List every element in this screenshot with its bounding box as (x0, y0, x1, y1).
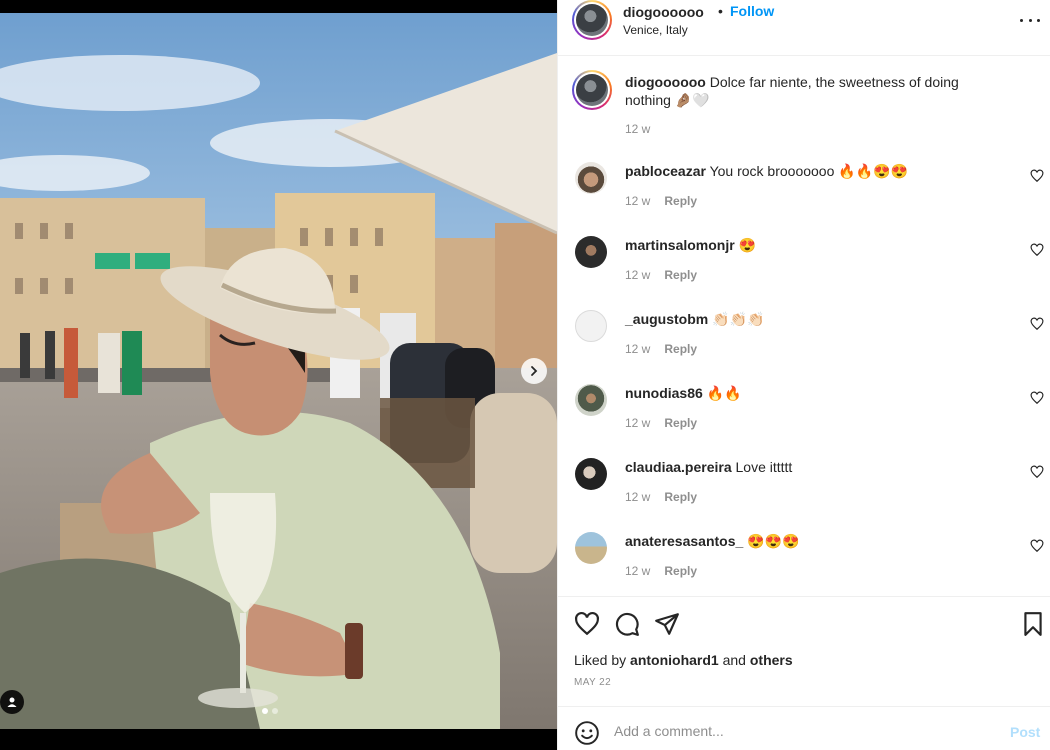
comment-item: _augustobm 👏🏻👏🏻👏🏻 12 w Reply (574, 310, 1044, 384)
heart-icon[interactable] (574, 611, 600, 637)
likes-summary: Liked by antoniohard1 and others (574, 652, 793, 668)
comment-item: nunodias86 🔥🔥 12 w Reply (574, 384, 1044, 458)
commenter-avatar[interactable] (575, 310, 607, 342)
commenter-username[interactable]: _augustobm (625, 311, 708, 327)
comment-item: anateresasantos_ 😍😍😍 12 w Reply (574, 532, 1044, 596)
comment-text: Love ittttt (735, 459, 793, 475)
comment-icon[interactable] (614, 611, 640, 637)
user-tags-button[interactable] (0, 690, 24, 714)
commenter-avatar[interactable] (575, 532, 607, 564)
commenter-avatar[interactable] (575, 162, 607, 194)
follow-button[interactable]: Follow (730, 3, 774, 19)
comment-time[interactable]: 12 w (625, 416, 650, 430)
comment-time[interactable]: 12 w (625, 564, 650, 578)
reply-button[interactable]: Reply (664, 564, 697, 578)
commenter-avatar[interactable] (575, 458, 607, 490)
commenter-avatar[interactable] (575, 236, 607, 268)
carousel-next-button[interactable] (521, 358, 547, 384)
caption-body: diogoooooo Dolce far niente, the sweetne… (625, 73, 995, 109)
chevron-right-icon (531, 366, 538, 376)
reply-button[interactable]: Reply (664, 416, 697, 430)
post-actions: Liked by antoniohard1 and others MAY 22 (558, 596, 1050, 706)
comment-like-heart-icon[interactable] (1030, 243, 1044, 257)
commenter-username[interactable]: nunodias86 (625, 385, 703, 401)
carousel-dot (272, 708, 278, 714)
comment-item: claudiaa.pereira Love ittttt 12 w Reply (574, 458, 1044, 532)
comment-time[interactable]: 12 w (625, 268, 650, 282)
caption-author-avatar[interactable] (572, 70, 612, 110)
comment-like-heart-icon[interactable] (1030, 317, 1044, 331)
post-comment-button[interactable]: Post (1010, 724, 1040, 740)
comment-item: martinsalomonjr 😍 12 w Reply (574, 236, 1044, 310)
post-location[interactable]: Venice, Italy (623, 23, 688, 37)
reply-button[interactable]: Reply (664, 342, 697, 356)
author-username[interactable]: diogoooooo (623, 4, 704, 20)
more-options-button[interactable] (1020, 12, 1040, 28)
more-icon (1020, 18, 1023, 22)
header-separator: • (718, 3, 723, 19)
likes-others-link[interactable]: others (750, 652, 793, 668)
reply-button[interactable]: Reply (664, 194, 697, 208)
caption-time[interactable]: 12 w (625, 122, 650, 136)
add-comment-bar: Post (558, 706, 1050, 750)
commenter-username[interactable]: martinsalomonjr (625, 237, 735, 253)
user-tag-icon (7, 697, 17, 707)
comment-time[interactable]: 12 w (625, 490, 650, 504)
post-photo (0, 13, 557, 729)
comment-time[interactable]: 12 w (625, 194, 650, 208)
commenter-username[interactable]: pabloceazar (625, 163, 706, 179)
comment-item: pabloceazar You rock brooooooo 🔥🔥😍😍 12 w… (574, 162, 1044, 236)
share-icon[interactable] (654, 611, 680, 637)
reply-button[interactable]: Reply (664, 490, 697, 504)
comment-time[interactable]: 12 w (625, 342, 650, 356)
carousel-dot-active (262, 708, 268, 714)
commenter-username[interactable]: claudiaa.pereira (625, 459, 732, 475)
photo-venice-cafe (0, 13, 557, 729)
comment-like-heart-icon[interactable] (1030, 539, 1044, 553)
comment-like-heart-icon[interactable] (1030, 391, 1044, 405)
commenter-avatar[interactable] (575, 384, 607, 416)
post-header: diogoooooo • Follow Venice, Italy (558, 0, 1050, 56)
post-media (0, 0, 557, 750)
comment-input[interactable] (614, 719, 984, 743)
likes-prefix: Liked by (574, 652, 627, 668)
post-details-panel: diogoooooo • Follow Venice, Italy diogoo… (557, 0, 1050, 750)
comment-like-heart-icon[interactable] (1030, 169, 1044, 183)
comment-text: 👏🏻👏🏻👏🏻 (712, 311, 765, 327)
bookmark-icon[interactable] (1020, 611, 1046, 637)
comment-text: 🔥🔥 (706, 385, 742, 401)
likes-joiner: and (722, 652, 746, 668)
author-avatar[interactable] (572, 0, 612, 40)
comment-text: 😍😍😍 (747, 533, 800, 549)
commenter-username[interactable]: anateresasantos_ (625, 533, 743, 549)
comment-like-heart-icon[interactable] (1030, 465, 1044, 479)
caption-username[interactable]: diogoooooo (625, 74, 706, 90)
reply-button[interactable]: Reply (664, 268, 697, 282)
post-date[interactable]: MAY 22 (574, 677, 611, 688)
comments-list[interactable]: diogoooooo Dolce far niente, the sweetne… (558, 56, 1050, 596)
comment-text: 😍 (738, 237, 757, 253)
likes-user-link[interactable]: antoniohard1 (630, 652, 719, 668)
carousel-indicator (262, 708, 278, 714)
comment-text: You rock brooooooo 🔥🔥😍😍 (709, 163, 908, 179)
emoji-icon[interactable] (574, 720, 600, 746)
